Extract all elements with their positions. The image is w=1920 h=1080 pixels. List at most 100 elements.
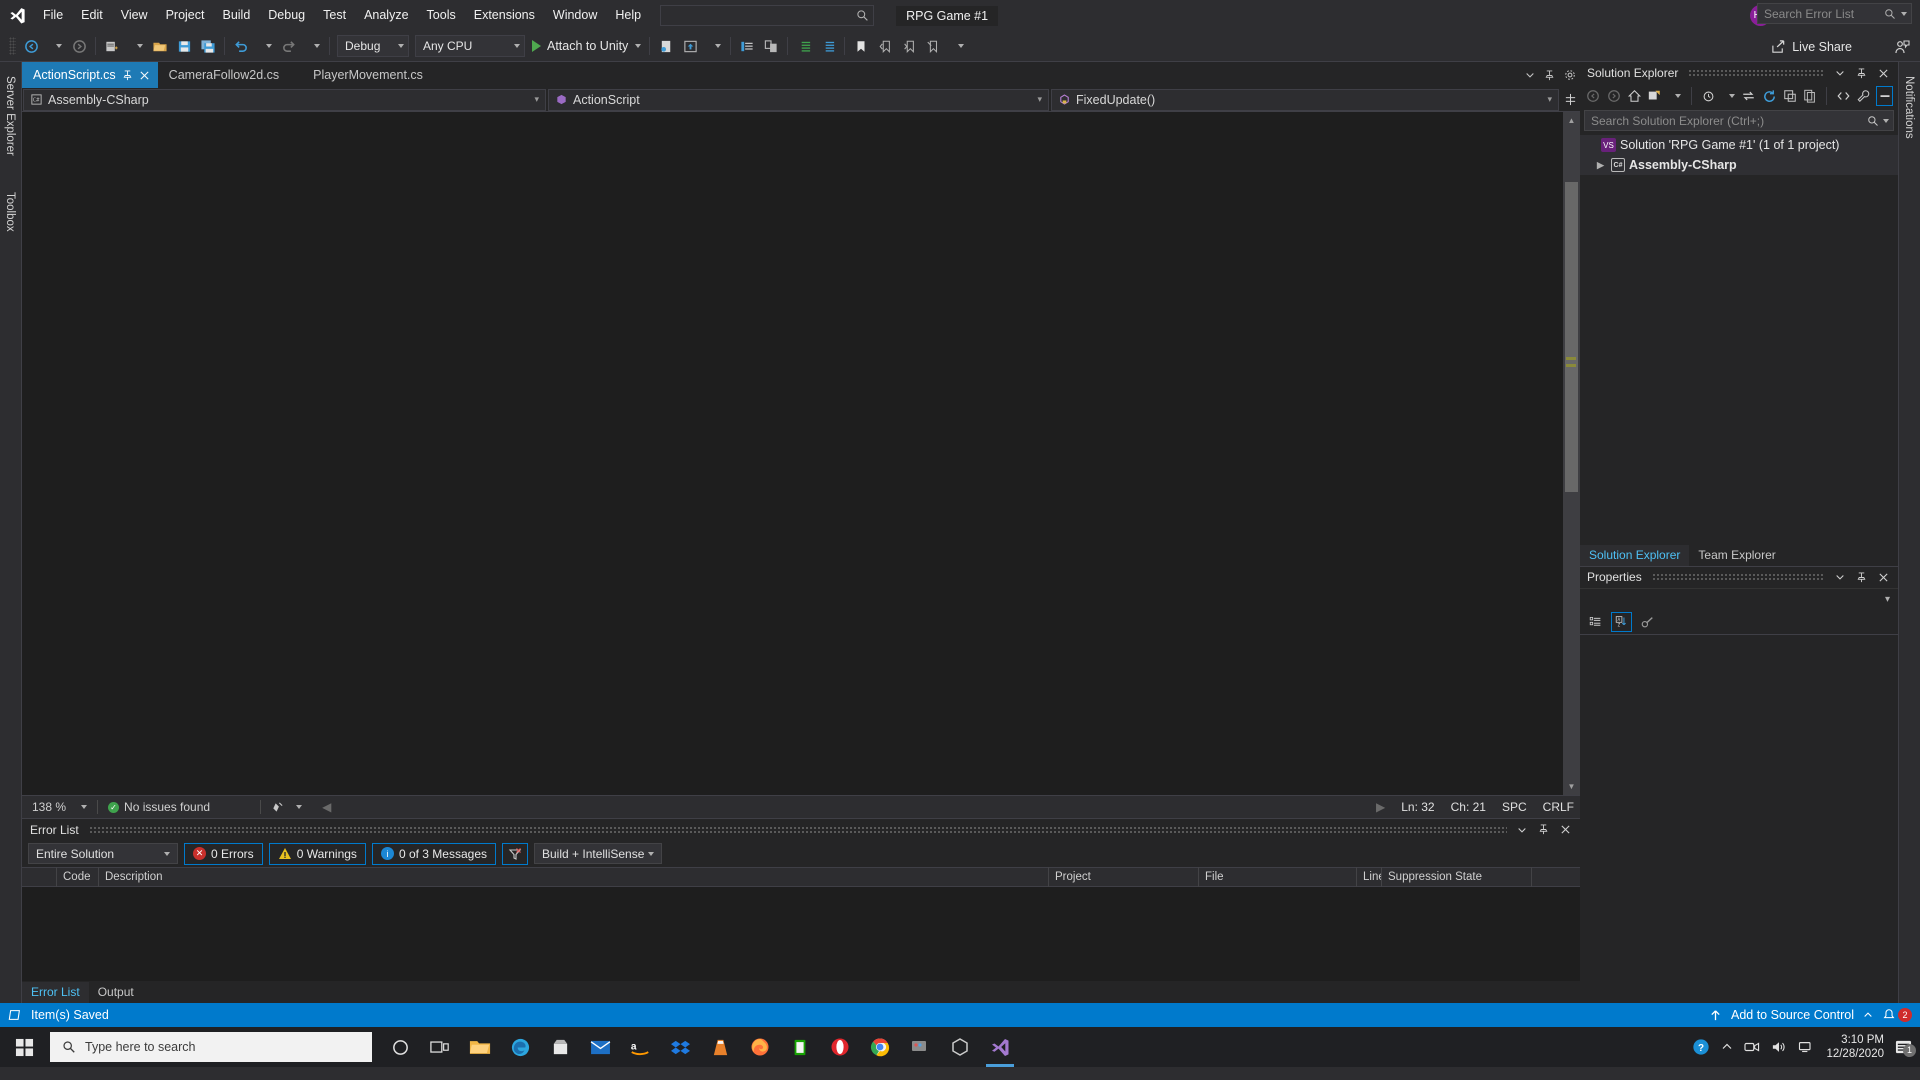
tree-expander[interactable]: ▶ bbox=[1594, 160, 1607, 171]
unity-icon[interactable] bbox=[940, 1027, 980, 1067]
collapse-all-icon[interactable] bbox=[1782, 86, 1798, 106]
action-center-icon[interactable]: 1 bbox=[1895, 1039, 1916, 1057]
panel-drag-handle[interactable] bbox=[88, 825, 1507, 834]
toolbar-overflow[interactable] bbox=[945, 34, 969, 58]
column-header-suppression-state[interactable]: Suppression State bbox=[1382, 867, 1532, 887]
quick-search-box[interactable] bbox=[660, 5, 875, 26]
chrome-icon[interactable] bbox=[860, 1027, 900, 1067]
messages-filter-button[interactable]: i 0 of 3 Messages bbox=[371, 842, 496, 865]
editor-tab-playermovement[interactable]: PlayerMovement.cs bbox=[287, 62, 431, 88]
editor-tab-camerafollow2d[interactable]: CameraFollow2d.cs bbox=[157, 62, 288, 88]
zoom-level-dropdown[interactable]: 138 % bbox=[22, 796, 97, 819]
quick-search-input[interactable] bbox=[667, 8, 857, 23]
menu-extensions[interactable]: Extensions bbox=[465, 0, 544, 31]
spaces-indicator[interactable]: SPC bbox=[1502, 800, 1527, 814]
code-text-area[interactable] bbox=[116, 112, 1563, 795]
forward-icon[interactable] bbox=[1605, 86, 1621, 106]
microsoft-store-icon[interactable] bbox=[540, 1027, 580, 1067]
property-pages-icon[interactable] bbox=[1637, 612, 1658, 632]
error-list-rows[interactable] bbox=[22, 887, 1580, 981]
chevron-down-icon[interactable] bbox=[1835, 572, 1845, 582]
menu-file[interactable]: File bbox=[34, 0, 72, 31]
pending-changes-icon[interactable] bbox=[1700, 86, 1716, 106]
taskbar-search-box[interactable]: Type here to search bbox=[50, 1032, 372, 1062]
eol-indicator[interactable]: CRLF bbox=[1543, 800, 1574, 814]
sync-icon[interactable] bbox=[1741, 86, 1757, 106]
editor-tab-actionscript[interactable]: ActionScript.cs bbox=[22, 62, 158, 88]
scroll-up-icon[interactable]: ▲ bbox=[1563, 112, 1580, 129]
settings-icon[interactable] bbox=[1564, 69, 1576, 81]
menu-analyze[interactable]: Analyze bbox=[355, 0, 417, 31]
split-window-icon[interactable] bbox=[1560, 93, 1580, 106]
column-header-project[interactable]: Project bbox=[1049, 867, 1199, 887]
navigate-back-icon[interactable] bbox=[19, 34, 43, 58]
navigate-back-dropdown[interactable] bbox=[43, 34, 67, 58]
alphabetical-icon[interactable]: AZ bbox=[1611, 611, 1632, 632]
amazon-icon[interactable]: a bbox=[620, 1027, 660, 1067]
chevron-down-icon[interactable] bbox=[1835, 68, 1845, 78]
solution-explorer-search[interactable]: Search Solution Explorer (Ctrl+;) bbox=[1584, 110, 1894, 131]
properties-wrench-icon[interactable] bbox=[1856, 86, 1872, 106]
decrease-indent-icon[interactable] bbox=[816, 34, 840, 58]
column-header-description[interactable]: Description bbox=[99, 867, 1049, 887]
feedback-button[interactable] bbox=[1894, 31, 1910, 62]
column-header-file[interactable]: File bbox=[1199, 867, 1357, 887]
search-icon[interactable] bbox=[1884, 8, 1896, 20]
outlining-margin[interactable] bbox=[96, 112, 116, 795]
libreoffice-icon[interactable] bbox=[780, 1027, 820, 1067]
menu-debug[interactable]: Debug bbox=[259, 0, 314, 31]
menu-help[interactable]: Help bbox=[606, 0, 650, 31]
server-explorer-tab[interactable]: Server Explorer bbox=[4, 66, 16, 166]
error-list-search[interactable]: Search Error List bbox=[1757, 3, 1912, 24]
opera-icon[interactable] bbox=[820, 1027, 860, 1067]
pin-icon[interactable] bbox=[1856, 571, 1867, 583]
menu-test[interactable]: Test bbox=[314, 0, 355, 31]
panel-drag-handle[interactable] bbox=[1651, 573, 1825, 581]
tree-node-solution[interactable]: VS Solution 'RPG Game #1' (1 of 1 projec… bbox=[1580, 135, 1898, 155]
menu-build[interactable]: Build bbox=[213, 0, 259, 31]
attach-to-unity-button[interactable]: Attach to Unity bbox=[528, 34, 645, 58]
windows-start-icon[interactable] bbox=[0, 1027, 48, 1067]
preview-icon[interactable] bbox=[678, 34, 702, 58]
attach-to-process-icon[interactable] bbox=[654, 34, 678, 58]
next-bookmark-icon[interactable] bbox=[897, 34, 921, 58]
uncomment-icon[interactable] bbox=[759, 34, 783, 58]
code-view-icon[interactable] bbox=[1835, 86, 1851, 106]
chevron-down-icon[interactable]: ▾ bbox=[1033, 94, 1046, 105]
microsoft-edge-icon[interactable] bbox=[500, 1027, 540, 1067]
task-view-icon[interactable] bbox=[420, 1027, 460, 1067]
add-to-source-control-button[interactable]: Add to Source Control bbox=[1731, 1008, 1854, 1022]
menu-project[interactable]: Project bbox=[157, 0, 214, 31]
show-all-files-icon[interactable] bbox=[1802, 86, 1818, 106]
help-icon[interactable]: ? bbox=[1692, 1038, 1710, 1056]
mail-icon[interactable] bbox=[580, 1027, 620, 1067]
clear-filter-icon[interactable] bbox=[502, 842, 528, 865]
cortana-icon[interactable] bbox=[380, 1027, 420, 1067]
tab-error-list[interactable]: Error List bbox=[22, 982, 89, 1003]
configuration-dropdown[interactable]: Debug bbox=[337, 35, 409, 57]
undo-dropdown[interactable] bbox=[253, 34, 277, 58]
file-explorer-icon[interactable] bbox=[460, 1027, 500, 1067]
build-intellisense-dropdown[interactable]: Build + IntelliSense bbox=[534, 843, 662, 864]
panel-drag-handle[interactable] bbox=[1688, 69, 1825, 77]
chevron-down-icon[interactable]: ▾ bbox=[1543, 94, 1556, 105]
close-icon[interactable] bbox=[1878, 68, 1889, 79]
chevron-up-icon[interactable] bbox=[1863, 1010, 1873, 1020]
pin-icon[interactable] bbox=[122, 69, 133, 81]
column-header-line[interactable]: Line bbox=[1357, 867, 1382, 887]
toolbar-grip[interactable] bbox=[9, 37, 16, 55]
volume-icon[interactable] bbox=[1771, 1040, 1787, 1054]
toggle-bookmark-icon[interactable] bbox=[849, 34, 873, 58]
taskbar-clock[interactable]: 3:10 PM 12/28/2020 bbox=[1826, 1033, 1884, 1061]
project-dropdown[interactable]: C# Assembly-CSharp ▾ bbox=[23, 88, 546, 111]
warnings-filter-button[interactable]: 0 Warnings bbox=[268, 842, 366, 865]
close-icon[interactable] bbox=[1560, 824, 1571, 835]
home-icon[interactable] bbox=[1626, 86, 1642, 106]
properties-grid[interactable] bbox=[1580, 634, 1898, 1003]
tree-node-assembly-csharp[interactable]: ▶ C# Assembly-CSharp bbox=[1580, 155, 1898, 175]
tab-output[interactable]: Output bbox=[89, 982, 143, 1003]
code-cleanup-button[interactable] bbox=[261, 796, 312, 819]
solution-tree-empty-area[interactable] bbox=[1580, 175, 1898, 544]
tab-solution-explorer[interactable]: Solution Explorer bbox=[1580, 544, 1690, 566]
horizontal-scroll-left[interactable]: ◀ bbox=[312, 796, 341, 819]
